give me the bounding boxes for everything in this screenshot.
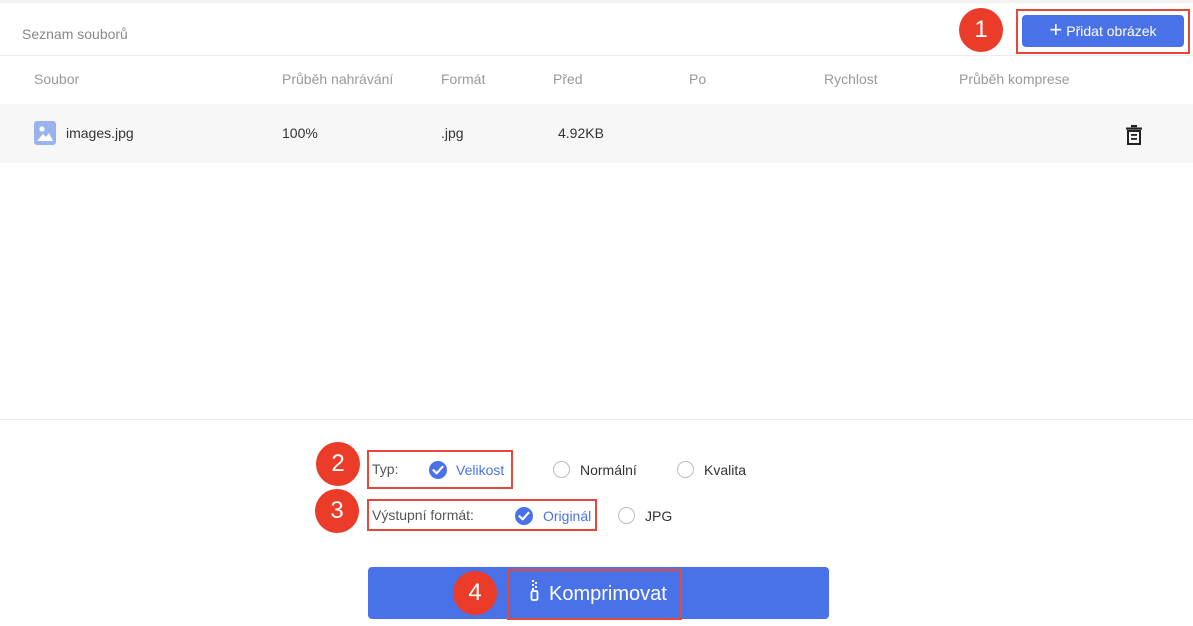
type-label: Typ: xyxy=(372,461,399,477)
type-option-size[interactable]: Velikost xyxy=(456,462,504,478)
output-format-label: Výstupní formát: xyxy=(372,507,474,523)
options-divider xyxy=(0,419,1193,420)
radio-output-jpg[interactable] xyxy=(618,507,635,524)
output-option-original[interactable]: Originál xyxy=(543,508,591,524)
type-option-normal[interactable]: Normální xyxy=(580,462,637,478)
step-badge-3: 3 xyxy=(315,489,359,533)
step-badge-4: 4 xyxy=(453,571,497,615)
checkmark-icon xyxy=(432,465,444,475)
file-name: images.jpg xyxy=(66,125,134,141)
image-file-icon xyxy=(34,121,56,145)
upload-progress-value: 100% xyxy=(282,125,318,141)
compress-button-content[interactable]: Komprimovat xyxy=(530,580,667,608)
column-header-speed: Rychlost xyxy=(824,71,878,87)
file-list-title: Seznam souborů xyxy=(22,26,128,42)
column-header-file: Soubor xyxy=(34,71,80,87)
radio-type-size[interactable] xyxy=(429,461,447,479)
column-header-before: Před xyxy=(553,71,583,87)
checkmark-icon xyxy=(518,511,530,521)
step-badge-1: 1 xyxy=(959,8,1003,52)
add-image-button[interactable]: + Přidat obrázek xyxy=(1022,15,1184,47)
compress-button-label: Komprimovat xyxy=(549,582,667,605)
zip-icon xyxy=(530,580,541,608)
type-option-quality[interactable]: Kvalita xyxy=(704,462,746,478)
column-header-format: Formát xyxy=(441,71,486,87)
radio-output-original[interactable] xyxy=(515,507,533,525)
plus-icon: + xyxy=(1049,17,1063,42)
column-header-upload-progress: Průběh nahrávání xyxy=(282,71,394,87)
column-header-after: Po xyxy=(689,71,707,87)
output-option-jpg[interactable]: JPG xyxy=(645,508,672,524)
top-border xyxy=(0,0,1193,3)
column-header-compress-progress: Průběh komprese xyxy=(959,71,1070,87)
add-image-button-label: Přidat obrázek xyxy=(1066,23,1157,39)
format-value: .jpg xyxy=(441,125,464,141)
step-badge-2: 2 xyxy=(316,442,360,486)
size-before-value: 4.92KB xyxy=(558,125,604,141)
radio-type-quality[interactable] xyxy=(677,461,694,478)
header-divider xyxy=(0,55,1193,56)
radio-type-normal[interactable] xyxy=(553,461,570,478)
trash-icon[interactable] xyxy=(1125,124,1143,146)
